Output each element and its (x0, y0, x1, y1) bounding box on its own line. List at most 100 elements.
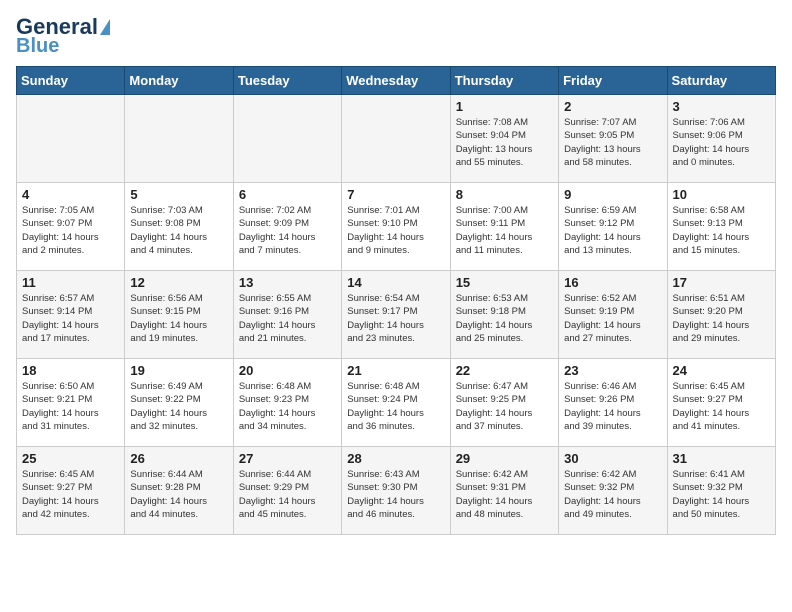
day-info: Sunrise: 6:58 AMSunset: 9:13 PMDaylight:… (673, 204, 770, 257)
day-info: Sunrise: 6:45 AMSunset: 9:27 PMDaylight:… (22, 468, 119, 521)
day-info: Sunrise: 6:44 AMSunset: 9:28 PMDaylight:… (130, 468, 227, 521)
day-number: 25 (22, 451, 119, 466)
day-number: 22 (456, 363, 553, 378)
day-number: 15 (456, 275, 553, 290)
day-number: 24 (673, 363, 770, 378)
day-number: 27 (239, 451, 336, 466)
day-number: 9 (564, 187, 661, 202)
calendar-cell: 31 Sunrise: 6:41 AMSunset: 9:32 PMDayligh… (667, 447, 775, 535)
col-header-tuesday: Tuesday (233, 67, 341, 95)
day-number: 14 (347, 275, 444, 290)
day-number: 6 (239, 187, 336, 202)
day-number: 10 (673, 187, 770, 202)
calendar-week-5: 25 Sunrise: 6:45 AMSunset: 9:27 PMDayligh… (17, 447, 776, 535)
day-number: 20 (239, 363, 336, 378)
day-info: Sunrise: 6:55 AMSunset: 9:16 PMDaylight:… (239, 292, 336, 345)
day-number: 23 (564, 363, 661, 378)
calendar-cell (17, 95, 125, 183)
day-number: 1 (456, 99, 553, 114)
day-number: 18 (22, 363, 119, 378)
calendar-week-3: 11 Sunrise: 6:57 AMSunset: 9:14 PMDayligh… (17, 271, 776, 359)
day-info: Sunrise: 6:54 AMSunset: 9:17 PMDaylight:… (347, 292, 444, 345)
logo-text-blue: Blue (16, 36, 59, 56)
calendar-cell: 25 Sunrise: 6:45 AMSunset: 9:27 PMDayligh… (17, 447, 125, 535)
calendar-cell: 30 Sunrise: 6:42 AMSunset: 9:32 PMDayligh… (559, 447, 667, 535)
calendar-cell: 16Sunrise: 6:52 AMSunset: 9:19 PMDayligh… (559, 271, 667, 359)
day-number: 31 (673, 451, 770, 466)
day-info: Sunrise: 6:49 AMSunset: 9:22 PMDaylight:… (130, 380, 227, 433)
day-info: Sunrise: 7:05 AMSunset: 9:07 PMDaylight:… (22, 204, 119, 257)
calendar-table: SundayMondayTuesdayWednesdayThursdayFrid… (16, 66, 776, 535)
day-info: Sunrise: 6:50 AMSunset: 9:21 PMDaylight:… (22, 380, 119, 433)
calendar-cell: 12Sunrise: 6:56 AMSunset: 9:15 PMDayligh… (125, 271, 233, 359)
day-number: 17 (673, 275, 770, 290)
day-info: Sunrise: 6:44 AMSunset: 9:29 PMDaylight:… (239, 468, 336, 521)
day-info: Sunrise: 6:51 AMSunset: 9:20 PMDaylight:… (673, 292, 770, 345)
calendar-cell (233, 95, 341, 183)
calendar-cell: 2 Sunrise: 7:07 AMSunset: 9:05 PMDaylight… (559, 95, 667, 183)
col-header-monday: Monday (125, 67, 233, 95)
day-info: Sunrise: 6:59 AMSunset: 9:12 PMDaylight:… (564, 204, 661, 257)
calendar-cell: 8 Sunrise: 7:00 AMSunset: 9:11 PMDaylight… (450, 183, 558, 271)
day-number: 5 (130, 187, 227, 202)
day-info: Sunrise: 6:42 AMSunset: 9:32 PMDaylight:… (564, 468, 661, 521)
day-info: Sunrise: 7:08 AMSunset: 9:04 PMDaylight:… (456, 116, 553, 169)
calendar-cell: 20 Sunrise: 6:48 AMSunset: 9:23 PMDayligh… (233, 359, 341, 447)
calendar-cell (342, 95, 450, 183)
day-info: Sunrise: 6:46 AMSunset: 9:26 PMDaylight:… (564, 380, 661, 433)
calendar-cell: 3 Sunrise: 7:06 AMSunset: 9:06 PMDaylight… (667, 95, 775, 183)
day-number: 4 (22, 187, 119, 202)
col-header-thursday: Thursday (450, 67, 558, 95)
day-number: 7 (347, 187, 444, 202)
day-number: 11 (22, 275, 119, 290)
calendar-week-1: 1 Sunrise: 7:08 AMSunset: 9:04 PMDaylight… (17, 95, 776, 183)
day-info: Sunrise: 7:03 AMSunset: 9:08 PMDaylight:… (130, 204, 227, 257)
day-info: Sunrise: 7:07 AMSunset: 9:05 PMDaylight:… (564, 116, 661, 169)
day-info: Sunrise: 6:57 AMSunset: 9:14 PMDaylight:… (22, 292, 119, 345)
calendar-header-row: SundayMondayTuesdayWednesdayThursdayFrid… (17, 67, 776, 95)
day-number: 2 (564, 99, 661, 114)
day-info: Sunrise: 6:41 AMSunset: 9:32 PMDaylight:… (673, 468, 770, 521)
calendar-cell: 21Sunrise: 6:48 AMSunset: 9:24 PMDayligh… (342, 359, 450, 447)
calendar-cell: 9 Sunrise: 6:59 AMSunset: 9:12 PMDaylight… (559, 183, 667, 271)
day-number: 30 (564, 451, 661, 466)
day-info: Sunrise: 7:01 AMSunset: 9:10 PMDaylight:… (347, 204, 444, 257)
day-info: Sunrise: 7:06 AMSunset: 9:06 PMDaylight:… (673, 116, 770, 169)
day-info: Sunrise: 6:52 AMSunset: 9:19 PMDaylight:… (564, 292, 661, 345)
logo: General Blue (16, 16, 110, 56)
calendar-cell: 11 Sunrise: 6:57 AMSunset: 9:14 PMDayligh… (17, 271, 125, 359)
day-info: Sunrise: 6:53 AMSunset: 9:18 PMDaylight:… (456, 292, 553, 345)
calendar-cell (125, 95, 233, 183)
day-info: Sunrise: 7:00 AMSunset: 9:11 PMDaylight:… (456, 204, 553, 257)
calendar-cell: 23 Sunrise: 6:46 AMSunset: 9:26 PMDayligh… (559, 359, 667, 447)
day-number: 3 (673, 99, 770, 114)
calendar-cell: 17 Sunrise: 6:51 AMSunset: 9:20 PMDayligh… (667, 271, 775, 359)
calendar-cell: 10 Sunrise: 6:58 AMSunset: 9:13 PMDayligh… (667, 183, 775, 271)
calendar-cell: 1 Sunrise: 7:08 AMSunset: 9:04 PMDaylight… (450, 95, 558, 183)
day-info: Sunrise: 7:02 AMSunset: 9:09 PMDaylight:… (239, 204, 336, 257)
calendar-cell: 6 Sunrise: 7:02 AMSunset: 9:09 PMDaylight… (233, 183, 341, 271)
calendar-cell: 29Sunrise: 6:42 AMSunset: 9:31 PMDayligh… (450, 447, 558, 535)
day-number: 28 (347, 451, 444, 466)
col-header-sunday: Sunday (17, 67, 125, 95)
col-header-saturday: Saturday (667, 67, 775, 95)
day-info: Sunrise: 6:45 AMSunset: 9:27 PMDaylight:… (673, 380, 770, 433)
col-header-friday: Friday (559, 67, 667, 95)
calendar-cell: 13 Sunrise: 6:55 AMSunset: 9:16 PMDayligh… (233, 271, 341, 359)
day-info: Sunrise: 6:42 AMSunset: 9:31 PMDaylight:… (456, 468, 553, 521)
day-number: 8 (456, 187, 553, 202)
day-info: Sunrise: 6:43 AMSunset: 9:30 PMDaylight:… (347, 468, 444, 521)
day-number: 19 (130, 363, 227, 378)
day-info: Sunrise: 6:48 AMSunset: 9:23 PMDaylight:… (239, 380, 336, 433)
page-header: General Blue (16, 16, 776, 56)
day-number: 12 (130, 275, 227, 290)
logo-triangle-icon (100, 19, 110, 35)
day-number: 13 (239, 275, 336, 290)
calendar-cell: 27 Sunrise: 6:44 AMSunset: 9:29 PMDayligh… (233, 447, 341, 535)
calendar-cell: 14 Sunrise: 6:54 AMSunset: 9:17 PMDayligh… (342, 271, 450, 359)
day-number: 21 (347, 363, 444, 378)
calendar-cell: 19 Sunrise: 6:49 AMSunset: 9:22 PMDayligh… (125, 359, 233, 447)
calendar-cell: 18 Sunrise: 6:50 AMSunset: 9:21 PMDayligh… (17, 359, 125, 447)
calendar-cell: 15 Sunrise: 6:53 AMSunset: 9:18 PMDayligh… (450, 271, 558, 359)
calendar-cell: 5 Sunrise: 7:03 AMSunset: 9:08 PMDaylight… (125, 183, 233, 271)
